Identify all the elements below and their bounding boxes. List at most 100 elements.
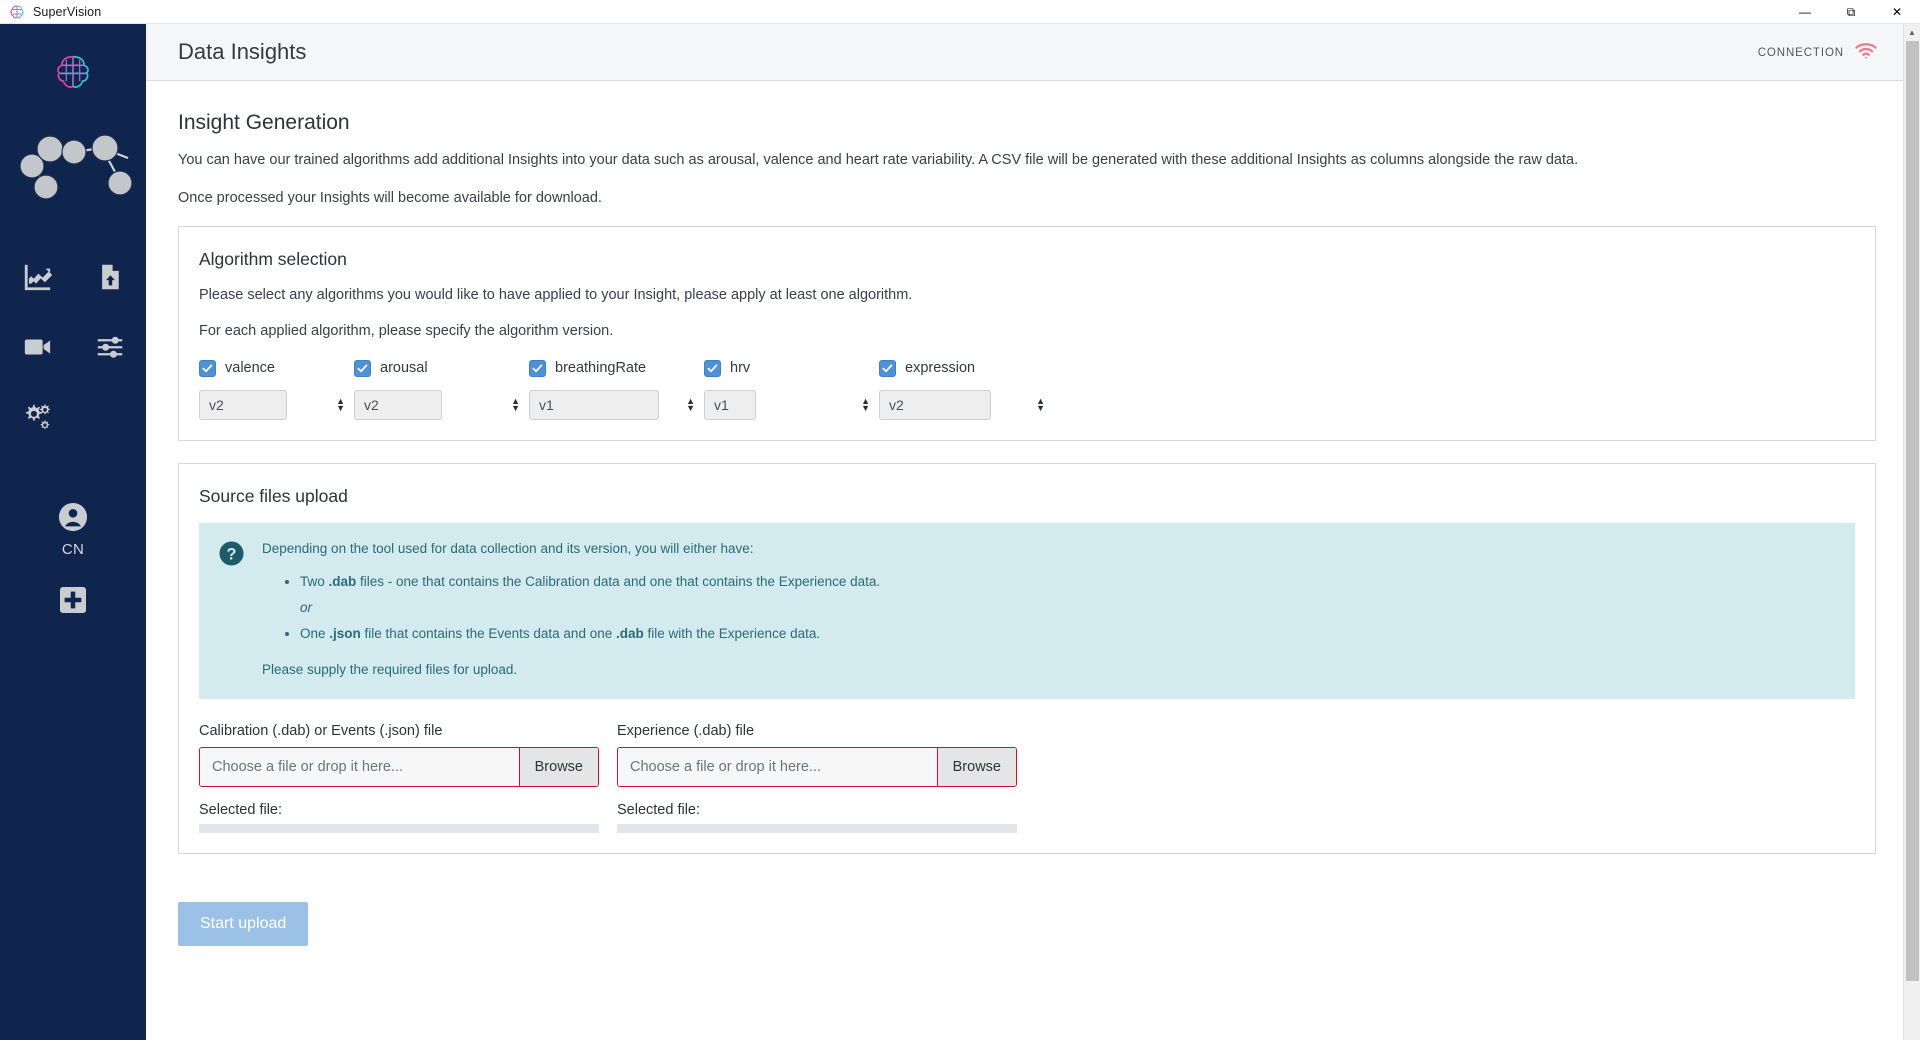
label-arousal: arousal (380, 360, 428, 377)
version-select-arousal[interactable]: v2 (354, 390, 442, 421)
info-bullet-2-bold-b: .dab (615, 626, 644, 641)
chevron-updown-icon: ▲ ▼ (336, 396, 345, 414)
chevron-updown-icon: ▲ ▼ (511, 396, 520, 414)
info-lead: Depending on the tool used for data coll… (262, 541, 754, 557)
algorithm-hrv: hrv v1 ▲ ▼ (704, 357, 879, 421)
algorithm-desc-2: For each applied algorithm, please speci… (199, 322, 614, 339)
version-select-breathingrate-wrap: v1 ▲ ▼ (529, 390, 704, 421)
file-name-calibration: Choose a file or drop it here... (200, 747, 519, 786)
sidebar-nav-row-1 (0, 242, 146, 312)
info-bullet-2-mid: file that contains the Events data and o… (360, 626, 616, 641)
vertical-scrollbar[interactable]: ▲ (1903, 24, 1920, 1040)
algorithm-arousal: arousal v2 ▲ ▼ (354, 357, 529, 421)
version-select-hrv[interactable]: v1 (704, 390, 756, 421)
info-footer: Please supply the required files for upl… (262, 662, 518, 678)
maximize-icon[interactable]: ⧉ (1828, 0, 1874, 24)
chevron-updown-icon: ▲ ▼ (686, 396, 695, 414)
upload-fields: Calibration (.dab) or Events (.json) fil… (199, 723, 1855, 833)
info-bullet-1-bold: .dab (328, 573, 357, 589)
checkbox-arousal[interactable] (354, 359, 371, 377)
sidebar-add[interactable] (0, 587, 146, 618)
add-plus-icon (60, 587, 86, 618)
algorithm-selection-panel: Algorithm selection Please select any al… (178, 226, 1876, 442)
sliders-settings-icon[interactable] (73, 312, 146, 382)
question-mark-icon: ? (219, 541, 244, 680)
upload-label-experience: Experience (.dab) file (617, 722, 755, 739)
chevron-updown-icon: ▲ ▼ (1036, 396, 1045, 414)
algorithm-expression: expression v2 ▲ ▼ (879, 357, 1054, 421)
wifi-icon (1854, 40, 1878, 65)
browse-button-experience[interactable]: Browse (936, 747, 1016, 786)
source-files-upload-panel: Source files upload ? Depending on the t… (178, 463, 1876, 854)
network-graph-icon (2, 124, 144, 204)
analytics-chart-icon[interactable] (0, 242, 73, 312)
version-select-valence[interactable]: v2 (199, 390, 287, 421)
label-breathingrate: breathingRate (555, 360, 647, 377)
checkbox-expression[interactable] (879, 359, 896, 377)
upload-field-calibration: Calibration (.dab) or Events (.json) fil… (199, 723, 599, 833)
user-initials: CN (61, 541, 85, 558)
chevron-updown-icon: ▲ ▼ (861, 396, 870, 414)
gears-icon[interactable] (0, 382, 73, 452)
main-area: Data Insights CONNECTION Insight Generat… (146, 24, 1920, 1040)
file-input-experience[interactable]: Choose a file or drop it here... Browse (617, 746, 1017, 787)
algorithm-breathingrate: breathingRate v1 ▲ ▼ (529, 357, 704, 421)
info-bullet-1-pre: Two (300, 573, 329, 589)
scrollbar-thumb[interactable] (1906, 41, 1919, 981)
source-files-upload-heading: Source files upload (199, 486, 348, 507)
sidebar: CN (0, 24, 146, 1040)
svg-text:?: ? (227, 546, 237, 564)
sidebar-user[interactable]: CN (0, 502, 146, 558)
info-bullet-list: Two .dab files - one that contains the C… (262, 572, 880, 645)
checkbox-breathingrate[interactable] (529, 359, 546, 377)
file-input-calibration[interactable]: Choose a file or drop it here... Browse (199, 746, 599, 787)
label-expression: expression (905, 360, 976, 377)
insight-generation-heading: Insight Generation (178, 111, 350, 134)
checkbox-hrv[interactable] (704, 359, 721, 377)
version-select-expression-wrap: v2 ▲ ▼ (879, 390, 1054, 421)
info-bullet-1-post: files - one that contains the Calibratio… (356, 573, 881, 589)
selected-file-label-calibration: Selected file: (199, 801, 283, 818)
connection-status[interactable]: CONNECTION (1758, 24, 1878, 81)
connection-label: CONNECTION (1757, 46, 1844, 59)
version-select-breathingrate[interactable]: v1 (529, 390, 659, 421)
close-icon[interactable]: ✕ (1874, 0, 1920, 24)
version-select-arousal-wrap: v2 ▲ ▼ (354, 390, 529, 421)
upload-info-box: ? Depending on the tool used for data co… (199, 523, 1855, 699)
minimize-icon[interactable]: — (1782, 0, 1828, 24)
scroll-up-arrow-icon[interactable]: ▲ (1904, 24, 1920, 41)
upload-info-text: Depending on the tool used for data coll… (262, 539, 880, 680)
selected-file-value-calibration (199, 823, 599, 833)
page-title: Data Insights (178, 39, 307, 64)
start-upload-button[interactable]: Start upload (178, 901, 309, 946)
sidebar-brain-logo-icon[interactable] (52, 51, 94, 93)
upload-label-calibration: Calibration (.dab) or Events (.json) fil… (199, 722, 443, 739)
checkbox-valence[interactable] (199, 359, 216, 377)
algorithm-selection-heading: Algorithm selection (199, 249, 347, 270)
version-select-hrv-wrap: v1 ▲ ▼ (704, 390, 879, 421)
sidebar-nav-row-3 (0, 382, 146, 452)
version-select-expression[interactable]: v2 (879, 390, 991, 421)
algorithm-list: valence v2 ▲ ▼ arousal v2 ▲ ▼ breathingR… (199, 357, 1855, 421)
algorithm-valence: valence v2 ▲ ▼ (199, 357, 354, 421)
info-or: or (300, 599, 313, 615)
intro-paragraph-1: You can have our trained algorithms add … (178, 152, 1579, 168)
browse-button-calibration[interactable]: Browse (518, 747, 598, 786)
window-title: SuperVision (33, 4, 102, 19)
file-upload-icon[interactable] (73, 242, 146, 312)
label-hrv: hrv (730, 360, 751, 377)
brain-logo-icon (9, 4, 25, 20)
page-header: Data Insights CONNECTION (146, 24, 1920, 81)
video-camera-icon[interactable] (0, 312, 73, 382)
file-name-experience: Choose a file or drop it here... (618, 747, 937, 786)
upload-field-experience: Experience (.dab) file Choose a file or … (617, 723, 1017, 833)
page-content: Insight Generation You can have our trai… (146, 81, 1920, 1040)
info-bullet-2: One .json file that contains the Events … (300, 624, 880, 644)
user-avatar-icon (58, 502, 88, 537)
sidebar-nav-row-2 (0, 312, 146, 382)
sidebar-nav (0, 242, 146, 452)
sidebar-nav-empty (73, 382, 146, 452)
window-controls: — ⧉ ✕ (1782, 0, 1920, 24)
version-select-valence-wrap: v2 ▲ ▼ (199, 390, 354, 421)
selected-file-value-experience (617, 823, 1017, 833)
